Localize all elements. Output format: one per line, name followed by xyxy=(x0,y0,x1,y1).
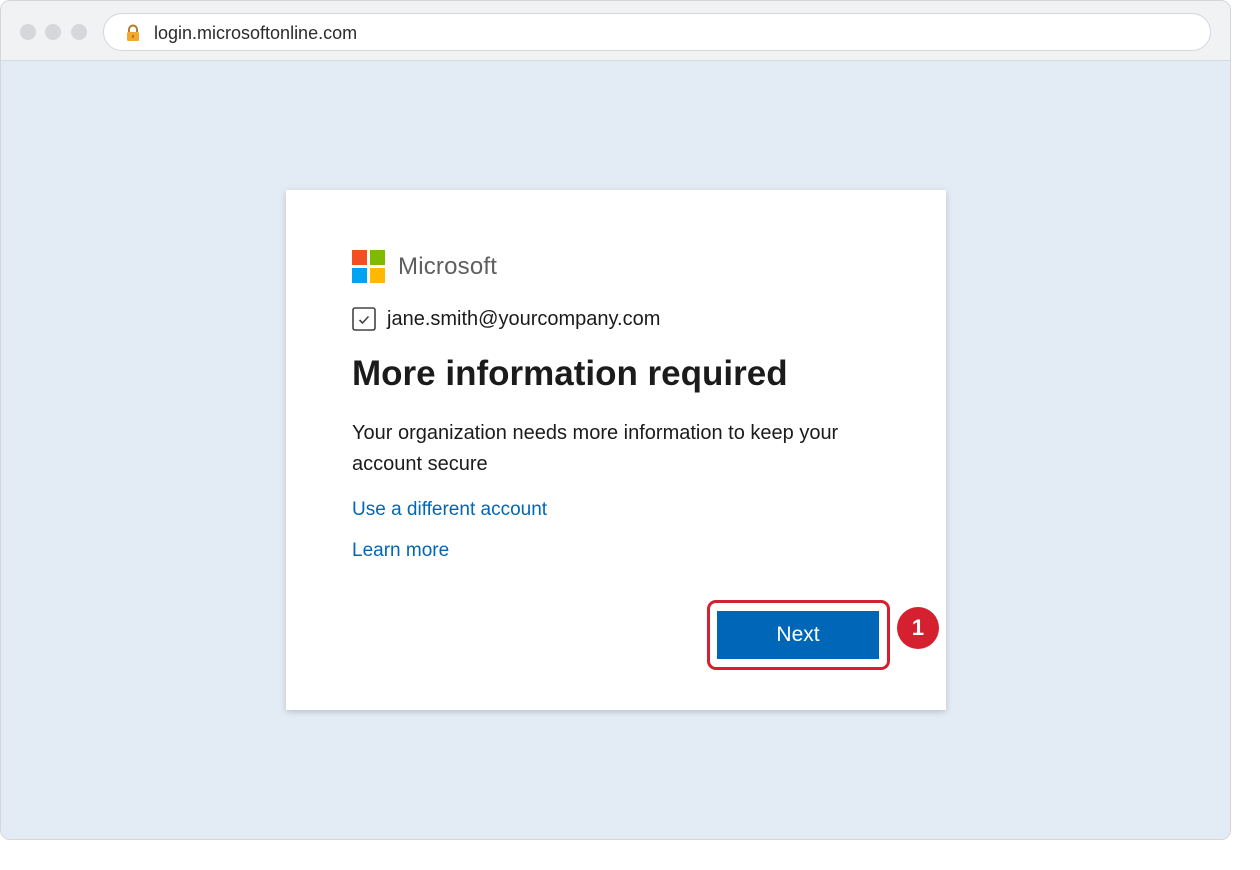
brand-name: Microsoft xyxy=(398,253,498,280)
logo-square-yellow xyxy=(370,268,385,283)
step-badge: 1 xyxy=(897,607,939,649)
window-close-dot[interactable] xyxy=(20,24,36,40)
learn-more-link[interactable]: Learn more xyxy=(352,540,449,562)
window-maximize-dot[interactable] xyxy=(71,24,87,40)
browser-window: login.microsoftonline.com Microsoft jane… xyxy=(0,0,1231,840)
logo-square-blue xyxy=(352,268,367,283)
window-minimize-dot[interactable] xyxy=(45,24,61,40)
page-title: More information required xyxy=(352,354,788,393)
account-check-icon xyxy=(352,307,376,331)
browser-titlebar: login.microsoftonline.com xyxy=(1,1,1230,61)
logo-square-red xyxy=(352,250,367,265)
page-viewport: Microsoft jane.smith@yourcompany.com Mor… xyxy=(1,61,1230,839)
use-different-account-link[interactable]: Use a different account xyxy=(352,499,547,521)
logo-square-green xyxy=(370,250,385,265)
description-text: Your organization needs more information… xyxy=(352,422,839,475)
lock-icon xyxy=(127,24,139,41)
next-button[interactable]: Next xyxy=(717,611,879,659)
address-bar[interactable]: login.microsoftonline.com xyxy=(103,13,1211,51)
url-text: login.microsoftonline.com xyxy=(154,23,358,43)
microsoft-logo-icon xyxy=(352,250,385,283)
account-email: jane.smith@yourcompany.com xyxy=(387,308,661,330)
